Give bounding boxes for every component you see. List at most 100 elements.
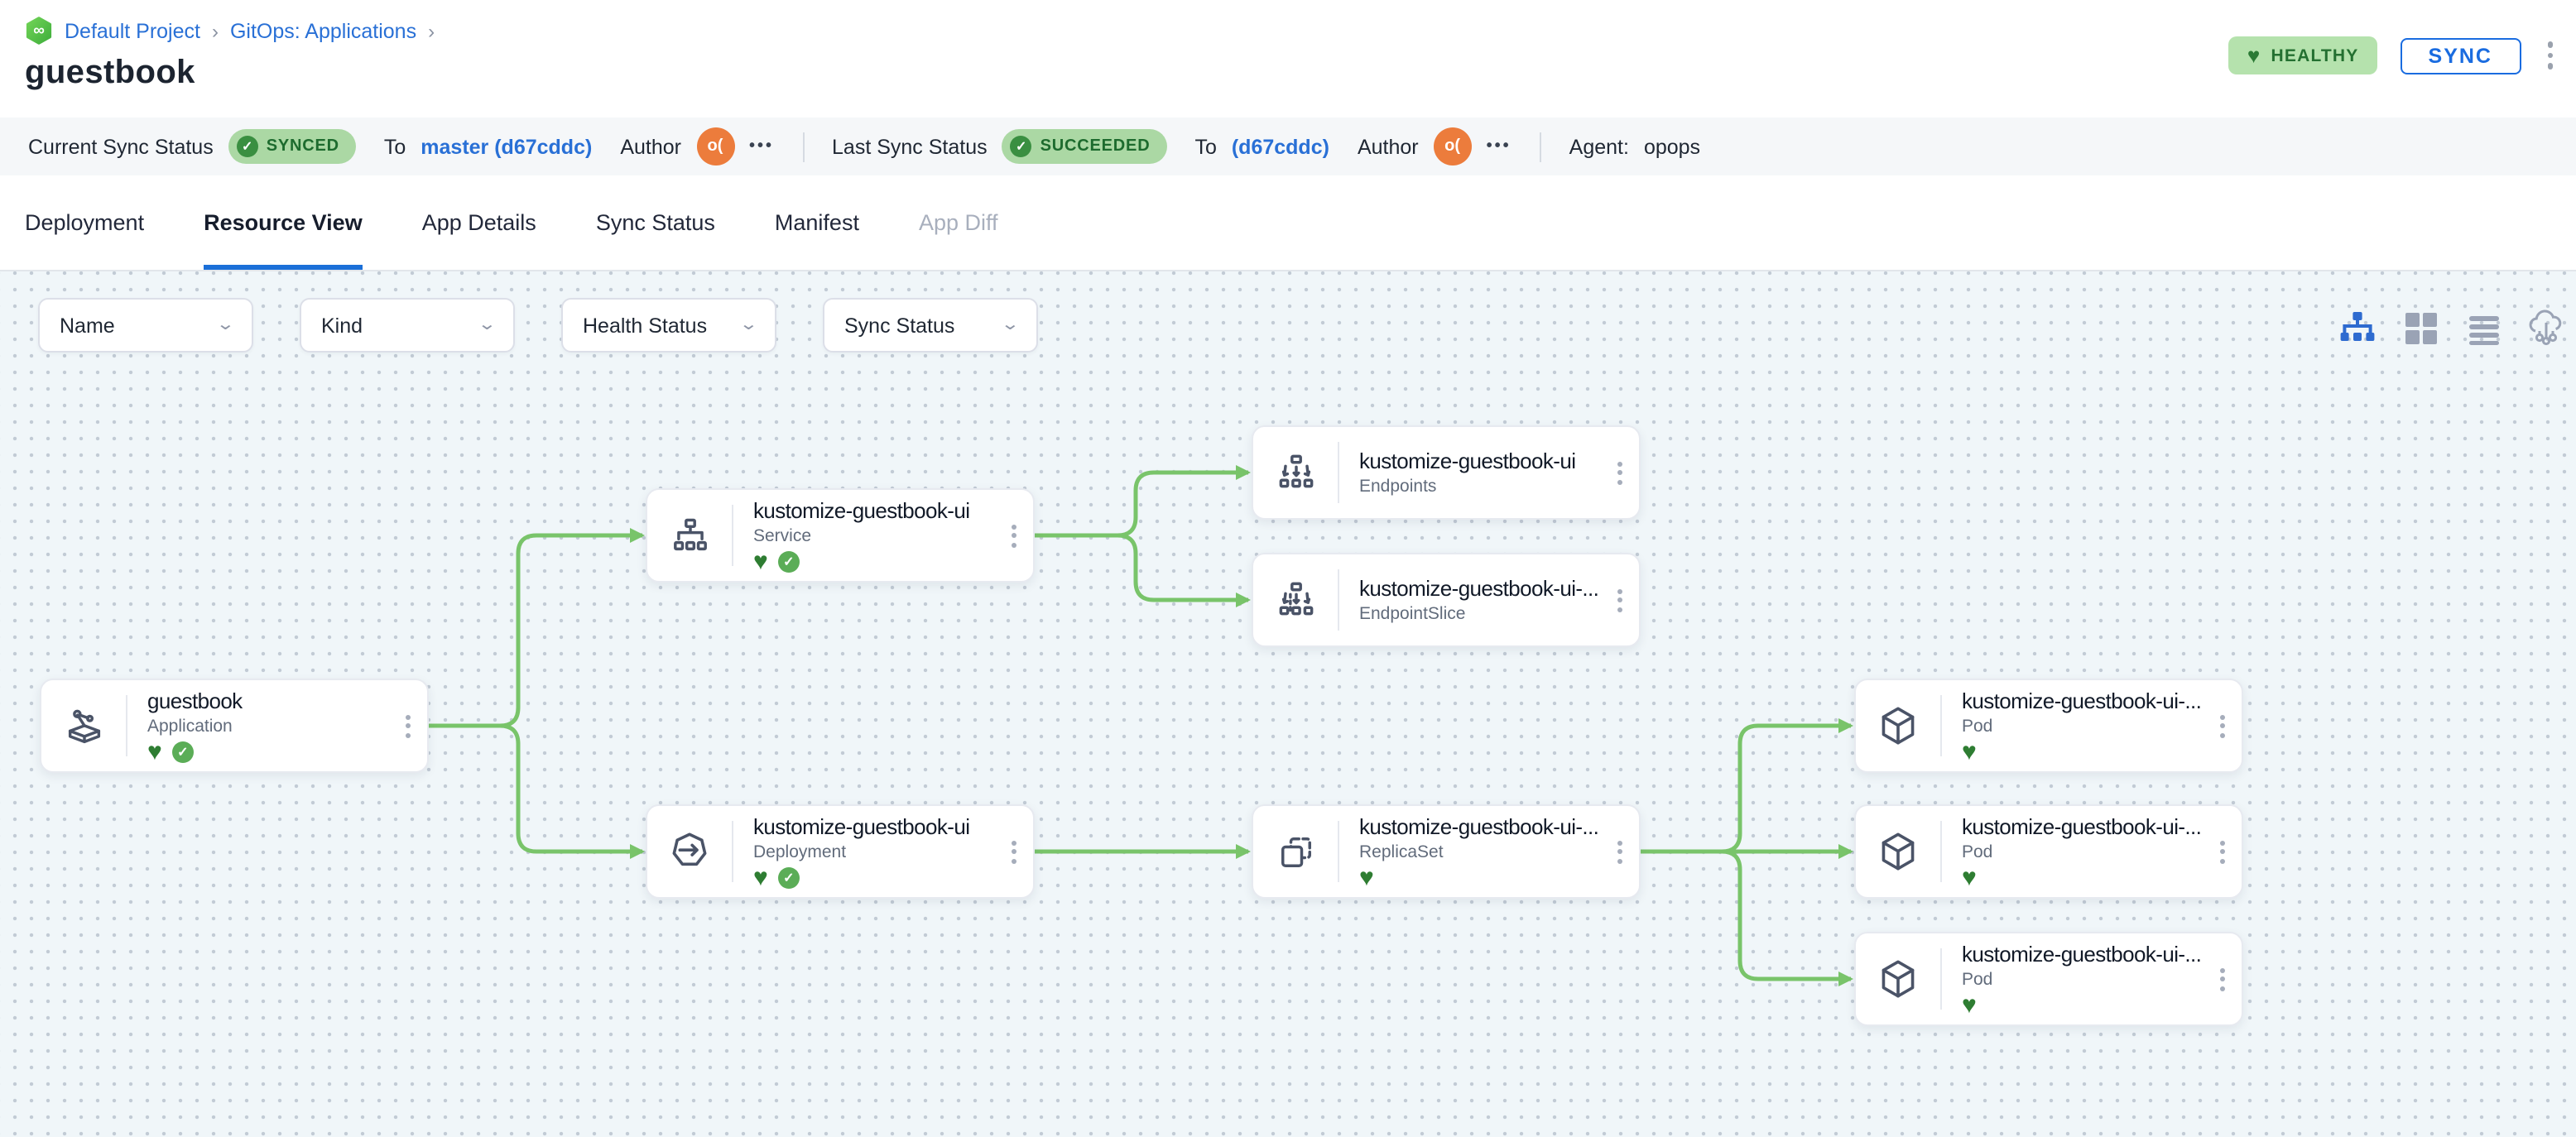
node-body: kustomize-guestbook-ui-... Pod ♥ <box>1942 806 2242 897</box>
resource-node-replicaset[interactable]: kustomize-guestbook-ui-... ReplicaSet ♥ <box>1252 804 1641 899</box>
node-status-row: ♥ ✓ <box>753 547 1003 575</box>
tab-deployment[interactable]: Deployment <box>25 175 144 270</box>
chevron-down-icon: ⌄ <box>476 316 497 334</box>
agent-value: opops <box>1643 135 1701 158</box>
resource-node-endpointslice[interactable]: kustomize-guestbook-ui-... EndpointSlice <box>1252 553 1641 647</box>
synced-check-icon: ✓ <box>777 551 800 573</box>
tab-resource-view[interactable]: Resource View <box>204 175 363 270</box>
tab-sync-status[interactable]: Sync Status <box>596 175 715 270</box>
agent-label: Agent: <box>1569 135 1629 158</box>
node-menu-icon[interactable] <box>2215 962 2230 995</box>
breadcrumb: ∞ Default Project › GitOps: Applications… <box>25 17 435 45</box>
to-label: To <box>383 135 406 158</box>
node-menu-icon[interactable] <box>1612 835 1627 868</box>
node-kind: Service <box>753 525 812 545</box>
sync-status-bar: Current Sync Status ✓ SYNCED To master (… <box>0 118 2576 175</box>
healthy-heart-icon: ♥ <box>1962 863 1977 891</box>
node-title: kustomize-guestbook-ui-... <box>1962 941 2202 966</box>
svg-text:∞: ∞ <box>33 22 45 40</box>
breadcrumb-separator: › <box>428 19 435 42</box>
pod-icon <box>1856 695 1942 756</box>
deployment-icon <box>647 821 733 882</box>
filter-sync-status[interactable]: Sync Status ⌄ <box>823 298 1038 353</box>
header-overflow-menu-icon[interactable] <box>2544 39 2556 73</box>
graph-canvas[interactable]: Name ⌄ Kind ⌄ Health Status ⌄ Sync Status ⌄ gue… <box>0 271 2576 1137</box>
resource-node-pod[interactable]: kustomize-guestbook-ui-... Pod ♥ <box>1854 932 2243 1026</box>
node-body: kustomize-guestbook-ui Endpoints <box>1339 427 1639 518</box>
service-icon <box>647 505 733 566</box>
check-circle-icon: ✓ <box>236 136 258 157</box>
filter-label: Health Status <box>583 314 708 337</box>
sync-button[interactable]: SYNC <box>2400 37 2521 74</box>
breadcrumb-separator: › <box>211 19 219 42</box>
node-menu-icon[interactable] <box>2215 835 2230 868</box>
graph-edge <box>1035 533 1251 607</box>
tab-app-details[interactable]: App Details <box>422 175 536 270</box>
resource-node-deployment[interactable]: kustomize-guestbook-ui Deployment ♥ ✓ <box>646 804 1035 899</box>
node-title: kustomize-guestbook-ui-... <box>1359 576 1599 601</box>
application-icon <box>41 695 127 756</box>
node-status-row: ♥ <box>1962 992 2212 1017</box>
check-circle-icon: ✓ <box>1010 136 1032 157</box>
graph-edge <box>1641 849 1853 986</box>
commit-more-icon[interactable]: ••• <box>749 137 774 156</box>
synced-check-icon: ✓ <box>171 741 194 763</box>
resource-node-service[interactable]: kustomize-guestbook-ui Service ♥ ✓ <box>646 488 1035 583</box>
node-title: kustomize-guestbook-ui <box>1359 449 1576 473</box>
filter-label: Name <box>60 314 115 337</box>
cluster-view-icon[interactable] <box>2526 308 2566 348</box>
node-body: kustomize-guestbook-ui Service ♥ ✓ <box>733 490 1033 581</box>
grid-view-icon[interactable] <box>2401 308 2440 348</box>
author-label: Author <box>1357 135 1419 158</box>
filter-kind[interactable]: Kind ⌄ <box>300 298 515 353</box>
filter-health-status[interactable]: Health Status ⌄ <box>561 298 776 353</box>
node-menu-icon[interactable] <box>2215 709 2230 742</box>
node-kind: ReplicaSet <box>1359 842 1444 861</box>
graph-edge <box>429 723 645 859</box>
healthy-heart-icon: ♥ <box>147 737 162 765</box>
chevron-down-icon: ⌄ <box>738 316 758 334</box>
author-avatar: o( <box>696 127 734 166</box>
chevron-down-icon: ⌄ <box>214 316 235 334</box>
list-view-icon[interactable] <box>2463 308 2503 348</box>
breadcrumb-section-link[interactable]: GitOps: Applications <box>230 19 416 42</box>
last-revision-link[interactable]: (d67cddc) <box>1232 135 1329 158</box>
node-title: guestbook <box>147 688 243 712</box>
node-kind: Application <box>147 716 233 736</box>
node-title: kustomize-guestbook-ui <box>753 813 970 838</box>
node-body: guestbook Application ♥ ✓ <box>127 680 427 771</box>
pod-icon <box>1856 948 1942 1010</box>
current-sync-status-label: Current Sync Status <box>28 135 214 158</box>
node-menu-icon[interactable] <box>401 709 416 742</box>
last-sync-status-label: Last Sync Status <box>832 135 988 158</box>
app-header: ∞ Default Project › GitOps: Applications… <box>0 0 2576 118</box>
resource-node-endpoints[interactable]: kustomize-guestbook-ui Endpoints <box>1252 425 1641 520</box>
tab-manifest[interactable]: Manifest <box>775 175 859 270</box>
breadcrumb-project-link[interactable]: Default Project <box>65 19 200 42</box>
tab-app-diff: App Diff <box>918 210 998 235</box>
filter-name[interactable]: Name ⌄ <box>38 298 253 353</box>
healthy-heart-icon: ♥ <box>753 547 768 575</box>
node-title: kustomize-guestbook-ui <box>753 497 970 522</box>
current-revision-link[interactable]: master (d67cddc) <box>421 135 592 158</box>
graph-edge <box>1641 718 1853 854</box>
graph-edge <box>429 528 645 728</box>
resource-node-application[interactable]: guestbook Application ♥ ✓ <box>40 679 429 773</box>
node-menu-icon[interactable] <box>1612 583 1627 616</box>
commit-more-icon[interactable]: ••• <box>1487 137 1511 156</box>
chevron-down-icon: ⌄ <box>999 316 1020 334</box>
node-menu-icon[interactable] <box>1612 456 1627 489</box>
node-body: kustomize-guestbook-ui-... EndpointSlice <box>1339 554 1639 645</box>
page-title: guestbook <box>25 55 195 91</box>
node-menu-icon[interactable] <box>1007 519 1021 552</box>
node-menu-icon[interactable] <box>1007 835 1021 868</box>
graph-edge <box>1035 465 1251 538</box>
node-kind: EndpointSlice <box>1359 604 1466 624</box>
node-kind: Pod <box>1962 969 1993 989</box>
pod-icon <box>1856 821 1942 882</box>
node-kind: Pod <box>1962 842 1993 861</box>
gitops-logo-icon: ∞ <box>26 17 52 45</box>
resource-node-pod[interactable]: kustomize-guestbook-ui-... Pod ♥ <box>1854 804 2243 899</box>
resource-node-pod[interactable]: kustomize-guestbook-ui-... Pod ♥ <box>1854 679 2243 773</box>
tree-view-icon[interactable] <box>2338 308 2377 348</box>
